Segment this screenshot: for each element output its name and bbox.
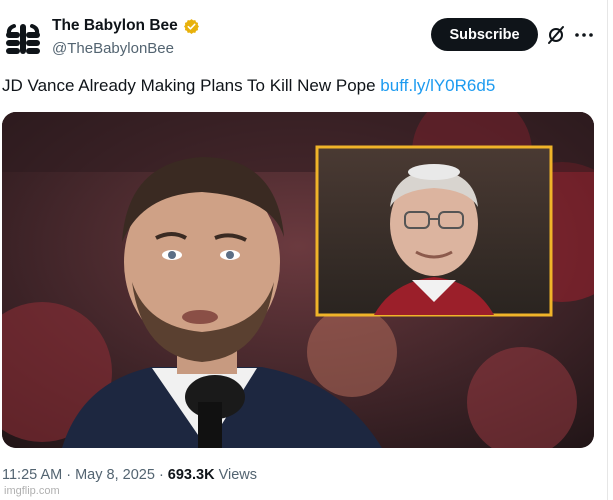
bee-logo-avatar[interactable] <box>4 20 42 58</box>
meta-separator: · <box>158 467 168 483</box>
display-name[interactable]: The Babylon Bee <box>52 17 178 35</box>
author-name-row[interactable]: The Babylon Bee <box>52 17 200 35</box>
view-count: 693.3K <box>167 467 215 483</box>
grok-icon[interactable] <box>545 24 567 46</box>
tweet-date[interactable]: May 8, 2025 <box>75 467 155 483</box>
divider <box>607 0 608 500</box>
tweet-link[interactable]: buff.ly/lY0R6d5 <box>380 76 495 95</box>
verified-badge-icon <box>183 18 200 35</box>
tweet-media-image[interactable] <box>2 112 594 448</box>
tweet-body-text: JD Vance Already Making Plans To Kill Ne… <box>2 76 381 95</box>
views-label: Views <box>218 467 258 483</box>
tweet-time[interactable]: 11:25 AM <box>2 467 62 483</box>
tweet-meta: 11:25 AM · May 8, 2025 · 693.3K Views <box>2 467 257 483</box>
tweet-text: JD Vance Already Making Plans To Kill Ne… <box>2 76 495 96</box>
more-options-icon[interactable] <box>573 24 595 46</box>
imgflip-watermark: imgflip.com <box>4 485 60 497</box>
tweet-card: The Babylon Bee @TheBabylonBee Subscribe… <box>0 0 613 500</box>
subscribe-button[interactable]: Subscribe <box>431 18 538 51</box>
meta-separator: · <box>66 467 76 483</box>
author-handle[interactable]: @TheBabylonBee <box>52 40 174 57</box>
